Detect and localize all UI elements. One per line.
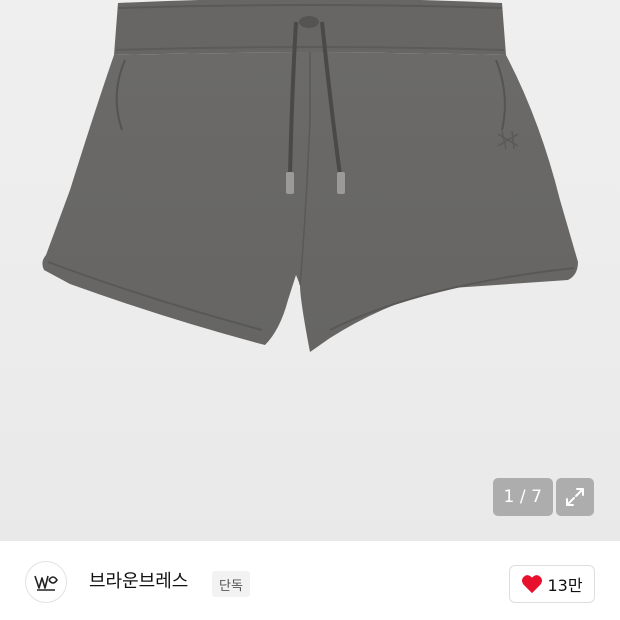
page-separator: /	[519, 487, 527, 507]
brand-logo-icon	[34, 575, 58, 591]
product-image-gallery[interactable]: 1 / 7	[0, 0, 620, 541]
total-page-number: 7	[531, 487, 543, 507]
like-count: 13만	[547, 576, 583, 595]
expand-image-button[interactable]	[556, 478, 594, 516]
expand-arrows-icon	[566, 488, 584, 506]
heart-icon	[522, 575, 543, 594]
current-page-number: 1	[503, 487, 515, 507]
brand-name-link[interactable]: 브라운브레스	[89, 569, 188, 595]
product-image[interactable]	[0, 0, 620, 541]
brand-logo[interactable]	[25, 561, 67, 603]
image-page-counter: 1 / 7	[493, 478, 553, 516]
exclusive-badge: 단독	[212, 571, 250, 597]
like-button[interactable]: 13만	[509, 565, 595, 603]
